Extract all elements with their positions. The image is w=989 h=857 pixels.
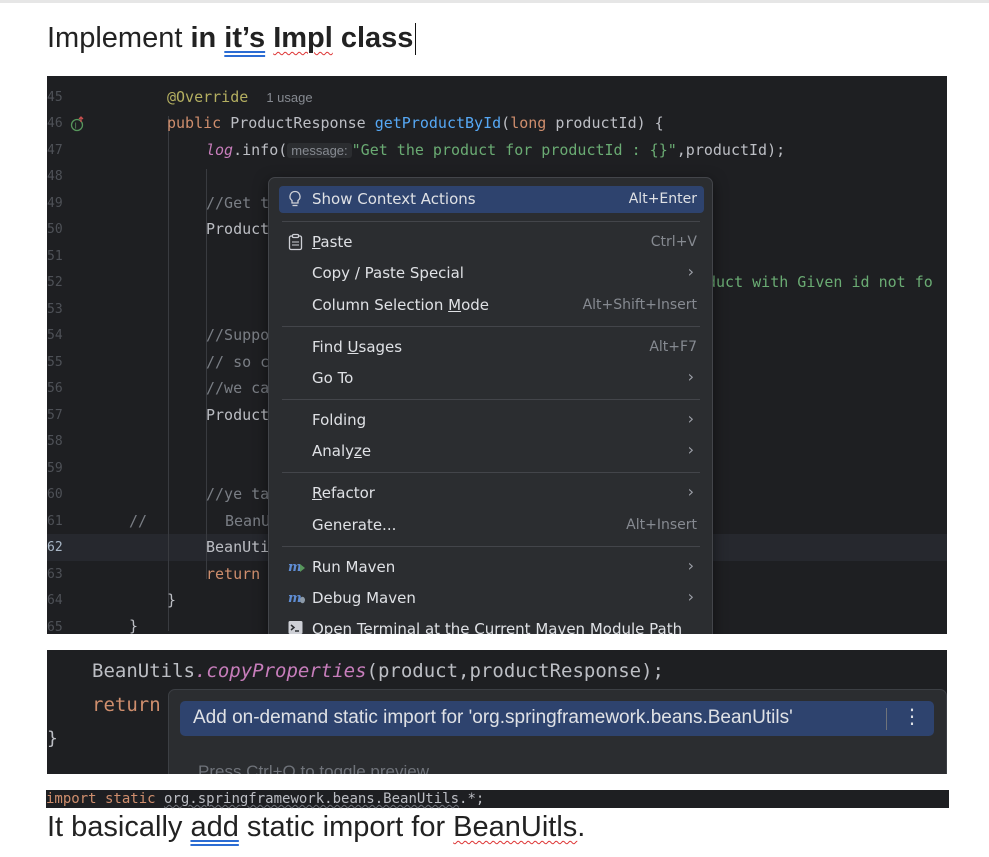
import-suffix: .*; [459, 791, 485, 807]
more-vertical-icon[interactable]: ⋮ [902, 704, 922, 728]
text-part: static import for [238, 811, 454, 843]
svg-text:m: m [288, 591, 302, 605]
lightbulb-icon [288, 190, 304, 208]
label-part: Column Selection [312, 296, 449, 314]
label-part: Find [312, 338, 348, 356]
menu-item-label: Generate... [312, 516, 397, 534]
menu-separator [282, 546, 700, 547]
menu-item-refactor[interactable]: Refactor › [279, 480, 704, 507]
quick-fix-popup: Add on-demand static import for 'org.spr… [168, 689, 947, 774]
menu-item-column-selection-mode[interactable]: Column Selection Mode Alt+Shift+Insert [279, 292, 704, 319]
chevron-right-icon: › [687, 587, 694, 606]
menu-item-label: Open Terminal at the Current Maven Modul… [312, 620, 683, 634]
menu-item-shortcut: Alt+F7 [649, 339, 697, 355]
menu-item-debug-maven[interactable]: m Debug Maven › [279, 585, 704, 612]
menu-separator [282, 326, 700, 327]
menu-item-folding[interactable]: Folding › [279, 407, 704, 434]
menu-item-label: Refactor [312, 484, 375, 502]
menu-separator [282, 472, 700, 473]
menu-clip: Show Context Actions Alt+Enter Paste Ctr… [0, 0, 989, 634]
menu-item-label: Debug Maven [312, 589, 416, 607]
label-part: sages [358, 338, 403, 356]
menu-separator [282, 399, 700, 400]
mnemonic: z [354, 442, 362, 460]
copy-properties-line: BeanUtils.copyProperties(product,product… [92, 660, 664, 682]
menu-item-label: Show Context Actions [312, 190, 476, 208]
maven-run-icon: m [288, 558, 305, 576]
menu-item-shortcut: Alt+Insert [626, 517, 697, 533]
context-menu: Show Context Actions Alt+Enter Paste Ctr… [268, 177, 713, 634]
menu-item-paste[interactable]: Paste Ctrl+V [279, 229, 704, 256]
copy-properties-method: .copyProperties [194, 660, 367, 682]
menu-item-run-maven[interactable]: m Run Maven › [279, 554, 704, 581]
label-part: aste [320, 233, 353, 251]
terminal-icon [288, 620, 304, 634]
menu-item-shortcut: Alt+Shift+Insert [582, 297, 697, 313]
keyword-import: import [46, 791, 97, 807]
chevron-right-icon: › [687, 367, 694, 386]
label-part: efactor [321, 484, 375, 502]
quick-fix-label: Add on-demand static import for 'org.spr… [193, 707, 793, 728]
text-beanuitls: BeanUitls [453, 811, 578, 843]
quick-fix-divider [886, 708, 887, 730]
toggle-preview-hint: Press Ctrl+Q to toggle preview [198, 762, 430, 774]
code-editor-quickfix-screenshot: BeanUtils.copyProperties(product,product… [47, 650, 947, 774]
svg-text:m: m [288, 560, 302, 574]
menu-item-shortcut: Alt+Enter [628, 191, 697, 207]
chevron-right-icon: › [687, 482, 694, 501]
chevron-right-icon: › [687, 440, 694, 459]
copy-properties-args: (product,productResponse); [366, 660, 664, 682]
menu-item-label: Column Selection Mode [312, 296, 489, 314]
explanation-text: It basically add static import for BeanU… [47, 811, 585, 844]
menu-item-label: Copy / Paste Special [312, 264, 464, 282]
menu-item-analyze[interactable]: Analyze › [279, 438, 704, 465]
menu-item-generate[interactable]: Generate... Alt+Insert [279, 512, 704, 539]
mnemonic: M [448, 296, 462, 314]
label-part: e [361, 442, 372, 460]
menu-item-copy-paste-special[interactable]: Copy / Paste Special › [279, 260, 704, 287]
margin-brace: } [47, 728, 58, 749]
menu-item-label: Analyze [312, 442, 371, 460]
menu-separator [282, 221, 700, 222]
import-statement: import static org.springframework.beans.… [46, 790, 949, 808]
menu-item-label: Go To [312, 369, 354, 387]
menu-item-open-terminal-maven[interactable]: Open Terminal at the Current Maven Modul… [279, 616, 704, 634]
text-part: . [577, 811, 586, 843]
return-line: return [92, 694, 161, 716]
menu-item-label: Folding [312, 411, 367, 429]
beanutils-class: BeanUtils [92, 660, 195, 682]
chevron-right-icon: › [687, 262, 694, 281]
text-part: It basically [47, 811, 191, 843]
menu-item-label: Run Maven [312, 558, 396, 576]
menu-item-find-usages[interactable]: Find Usages Alt+F7 [279, 334, 704, 361]
keyword-static: static [96, 791, 165, 807]
label-part: Analy [312, 442, 355, 460]
chevron-right-icon: › [687, 409, 694, 428]
mnemonic: U [347, 338, 359, 356]
menu-item-label: Paste [312, 233, 353, 251]
menu-item-go-to[interactable]: Go To › [279, 365, 704, 392]
mnemonic: R [312, 484, 322, 502]
chevron-right-icon: › [687, 556, 694, 575]
label-part: ode [461, 296, 489, 314]
text-add: add [190, 811, 239, 843]
menu-item-label: Find Usages [312, 338, 402, 356]
menu-item-show-context-actions[interactable]: Show Context Actions Alt+Enter [279, 186, 704, 213]
maven-debug-icon: m [288, 589, 305, 607]
quick-fix-item[interactable]: Add on-demand static import for 'org.spr… [180, 701, 934, 736]
import-package: org.springframework.beans.BeanUtils [164, 791, 460, 807]
clipboard-icon [288, 233, 304, 251]
menu-item-shortcut: Ctrl+V [650, 234, 697, 250]
